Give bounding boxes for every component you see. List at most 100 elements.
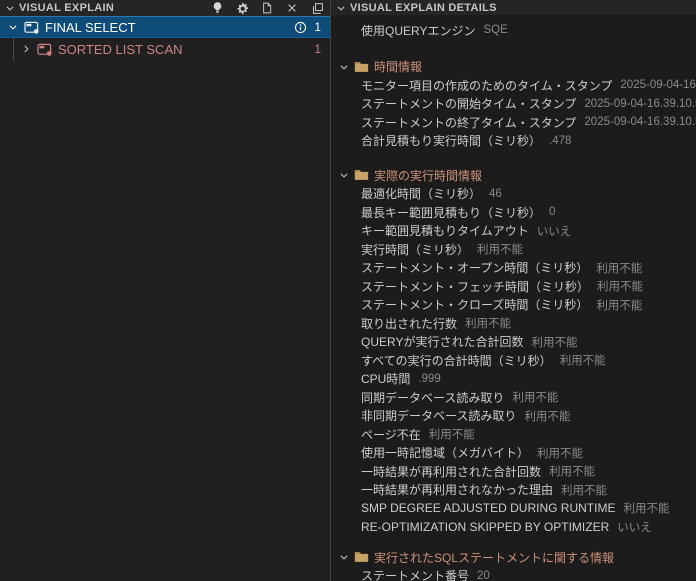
detail-row[interactable]: ステートメント・フェッチ時間（ミリ秒） 利用不能 (331, 277, 696, 296)
section-title: 実際の実行時間情報 (374, 167, 482, 184)
section-header[interactable]: 実際の実行時間情報 (331, 166, 696, 185)
detail-value: 利用不能 (537, 445, 583, 461)
detail-label: 使用一時記憶域（メガバイト） (361, 444, 529, 461)
detail-value: 利用不能 (596, 260, 642, 276)
tree-row-final-select[interactable]: FINAL SELECT 1 (0, 16, 330, 38)
close-icon[interactable] (284, 0, 300, 16)
detail-row[interactable]: 実行時間（ミリ秒） 利用不能 (331, 240, 696, 259)
detail-row[interactable]: 使用一時記憶域（メガバイト） 利用不能 (331, 444, 696, 463)
detail-row[interactable]: CPU時間 .999 (331, 370, 696, 389)
detail-row[interactable]: 最長キー範囲見積もり（ミリ秒） 0 (331, 203, 696, 222)
detail-row[interactable]: ステートメント・クローズ時間（ミリ秒） 利用不能 (331, 296, 696, 315)
detail-label: 実行時間（ミリ秒） (361, 241, 469, 258)
section-title: 実行されたSQLステートメントに関する情報 (374, 549, 614, 566)
detail-label: 一時結果が再利用された合計回数 (361, 463, 541, 480)
detail-section: 実行されたSQLステートメントに関する情報 ステートメント番号 20 (331, 548, 696, 581)
detail-row[interactable]: すべての実行の合計時間（ミリ秒） 利用不能 (331, 351, 696, 370)
detail-value: .478 (549, 135, 571, 147)
detail-row[interactable]: キー範囲見積もりタイムアウト いいえ (331, 222, 696, 241)
query-node-icon (37, 42, 53, 57)
visual-explain-panel-header[interactable]: VISUAL EXPLAIN (0, 0, 330, 16)
detail-value: SQE (483, 24, 507, 36)
detail-row[interactable]: ステートメントの終了タイム・スタンプ 2025-09-04-16.39.10.5… (331, 113, 696, 132)
detail-value: 0 (549, 206, 555, 218)
detail-value: 利用不能 (561, 482, 607, 498)
detail-label: RE-OPTIMIZATION SKIPPED BY OPTIMIZER (361, 520, 609, 534)
visual-explain-details-panel: VISUAL EXPLAIN DETAILS 使用QUERYエンジン SQE 時… (331, 0, 696, 581)
new-file-icon[interactable] (259, 0, 275, 16)
detail-row[interactable]: QUERYが実行された合計回数 利用不能 (331, 333, 696, 352)
detail-row-engine[interactable]: 使用QUERYエンジン SQE (331, 21, 696, 40)
section-header[interactable]: 時間情報 (331, 58, 696, 77)
detail-row[interactable]: ステートメントの開始タイム・スタンプ 2025-09-04-16.39.10.5… (331, 95, 696, 114)
section-rows: 最適化時間（ミリ秒） 46 最長キー範囲見積もり（ミリ秒） 0 キー範囲見積もり… (331, 185, 696, 537)
detail-row[interactable]: ページ不在 利用不能 (331, 425, 696, 444)
detail-value: 利用不能 (597, 278, 643, 294)
query-node-icon (24, 20, 40, 35)
detail-row[interactable]: 最適化時間（ミリ秒） 46 (331, 185, 696, 204)
detail-section: 時間情報 モニター項目の作成のためのタイム・スタンプ 2025-09-04-16… (331, 58, 696, 151)
details-panel-header[interactable]: VISUAL EXPLAIN DETAILS (331, 0, 696, 15)
section-header[interactable]: 実行されたSQLステートメントに関する情報 (331, 548, 696, 567)
chevron-right-icon[interactable] (19, 44, 33, 54)
row-badges: 1 (294, 20, 330, 34)
tree-node-label: FINAL SELECT (45, 20, 136, 35)
detail-label: キー範囲見積もりタイムアウト (361, 222, 529, 239)
detail-row[interactable]: ステートメント番号 20 (331, 567, 696, 581)
chevron-down-icon[interactable] (6, 22, 20, 32)
section-rows: モニター項目の作成のためのタイム・スタンプ 2025-09-04-16.39.1… (331, 76, 696, 150)
detail-value: 利用不能 (560, 352, 606, 368)
detail-label: ステートメント・フェッチ時間（ミリ秒） (361, 278, 589, 295)
lightbulb-icon[interactable] (209, 0, 225, 16)
folder-icon (354, 61, 369, 73)
detail-label: 合計見積もり実行時間（ミリ秒） (361, 132, 541, 149)
detail-label: 使用QUERYエンジン (361, 22, 475, 39)
detail-value: 利用不能 (477, 241, 523, 257)
info-icon[interactable] (294, 21, 307, 34)
detail-value: 利用不能 (596, 297, 642, 313)
tree-indent-guide (13, 38, 14, 60)
detail-label: ステートメントの開始タイム・スタンプ (361, 95, 576, 112)
detail-row[interactable]: 合計見積もり実行時間（ミリ秒） .478 (331, 132, 696, 151)
detail-value: 2025-09-04-16.39.10.597341 (620, 79, 696, 91)
detail-label: 最適化時間（ミリ秒） (361, 185, 481, 202)
chevron-down-icon (339, 62, 349, 72)
node-count-badge: 1 (314, 20, 321, 34)
detail-value: 46 (489, 188, 502, 200)
detail-row[interactable]: SMP DEGREE ADJUSTED DURING RUNTIME 利用不能 (331, 499, 696, 518)
detail-label: すべての実行の合計時間（ミリ秒） (361, 352, 552, 369)
detail-label: ステートメント・オープン時間（ミリ秒） (361, 259, 588, 276)
detail-row[interactable]: 非同期データベース読み取り 利用不能 (331, 407, 696, 426)
detail-label: モニター項目の作成のためのタイム・スタンプ (361, 77, 612, 94)
detail-value: 2025-09-04-16.39.10.597341 (584, 116, 696, 128)
detail-row[interactable]: 取り出された行数 利用不能 (331, 314, 696, 333)
detail-value: いいえ (617, 519, 652, 535)
detail-row[interactable]: ステートメント・オープン時間（ミリ秒） 利用不能 (331, 259, 696, 278)
detail-value: 2025-09-04-16.39.10.560674 (584, 98, 696, 110)
chevron-down-icon (339, 170, 349, 180)
detail-row[interactable]: 一時結果が再利用されなかった理由 利用不能 (331, 481, 696, 500)
detail-label: ステートメントの終了タイム・スタンプ (361, 114, 576, 131)
detail-label: ページ不在 (361, 426, 421, 443)
detail-label: ステートメント番号 (361, 567, 469, 581)
detail-row[interactable]: 同期データベース読み取り 利用不能 (331, 388, 696, 407)
visual-explain-window: VISUAL EXPLAIN (0, 0, 696, 581)
chevron-down-icon (339, 552, 349, 562)
detail-row[interactable]: 一時結果が再利用された合計回数 利用不能 (331, 462, 696, 481)
panel-toolbar (209, 0, 325, 16)
folder-icon (354, 551, 369, 563)
detail-row[interactable]: RE-OPTIMIZATION SKIPPED BY OPTIMIZER いいえ (331, 518, 696, 537)
detail-label: ステートメント・クローズ時間（ミリ秒） (361, 296, 588, 313)
row-badges: 1 (314, 42, 330, 56)
tree-row-sorted-list-scan[interactable]: SORTED LIST SCAN 1 (0, 38, 330, 60)
chevron-down-icon (336, 3, 346, 13)
detail-label: QUERYが実行された合計回数 (361, 333, 523, 350)
details-body: 使用QUERYエンジン SQE 時間情報 モニター項目の作成のためのタイム・スタ… (331, 15, 696, 581)
detail-value: 利用不能 (623, 500, 669, 516)
detail-value: 利用不能 (429, 426, 475, 442)
gear-icon[interactable] (234, 0, 250, 16)
detail-value: .999 (418, 373, 440, 385)
node-count-badge: 1 (314, 42, 321, 56)
detail-row[interactable]: モニター項目の作成のためのタイム・スタンプ 2025-09-04-16.39.1… (331, 76, 696, 95)
split-editor-icon[interactable] (309, 0, 325, 16)
